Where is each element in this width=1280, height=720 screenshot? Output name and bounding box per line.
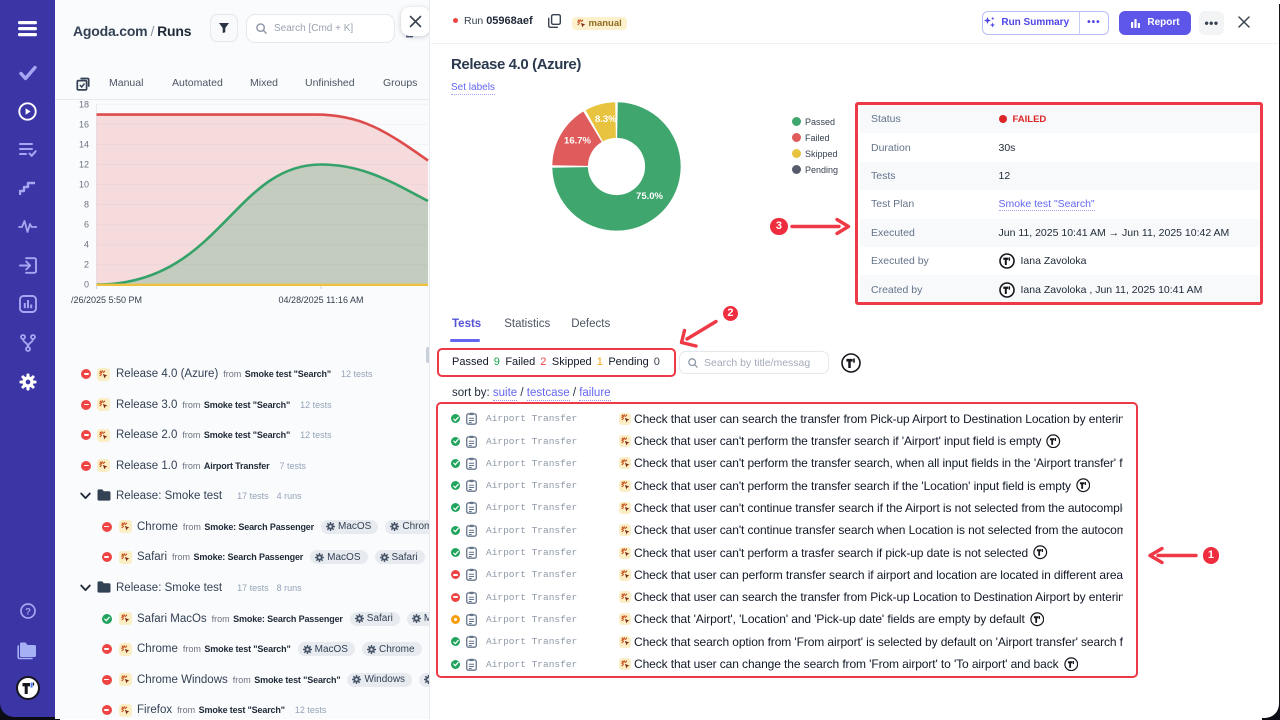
- svg-text:16: 16: [79, 120, 89, 130]
- svg-text:14: 14: [79, 140, 89, 150]
- svg-text:8: 8: [84, 200, 89, 210]
- svg-text:6: 6: [84, 220, 89, 230]
- svg-text:?: ?: [25, 606, 31, 617]
- svg-text:75.0%: 75.0%: [636, 191, 663, 202]
- svg-text:/26/2025 5:50 PM: /26/2025 5:50 PM: [71, 295, 142, 305]
- svg-text:12: 12: [79, 160, 89, 170]
- svg-text:8.3%: 8.3%: [595, 114, 617, 125]
- svg-text:04/28/2025 11:16 AM: 04/28/2025 11:16 AM: [279, 295, 364, 305]
- svg-text:10: 10: [79, 180, 89, 190]
- svg-text:2: 2: [84, 260, 89, 270]
- svg-text:18: 18: [79, 100, 89, 110]
- svg-text:4: 4: [84, 240, 89, 250]
- svg-text:16.7%: 16.7%: [564, 135, 591, 146]
- svg-text:0: 0: [84, 280, 89, 290]
